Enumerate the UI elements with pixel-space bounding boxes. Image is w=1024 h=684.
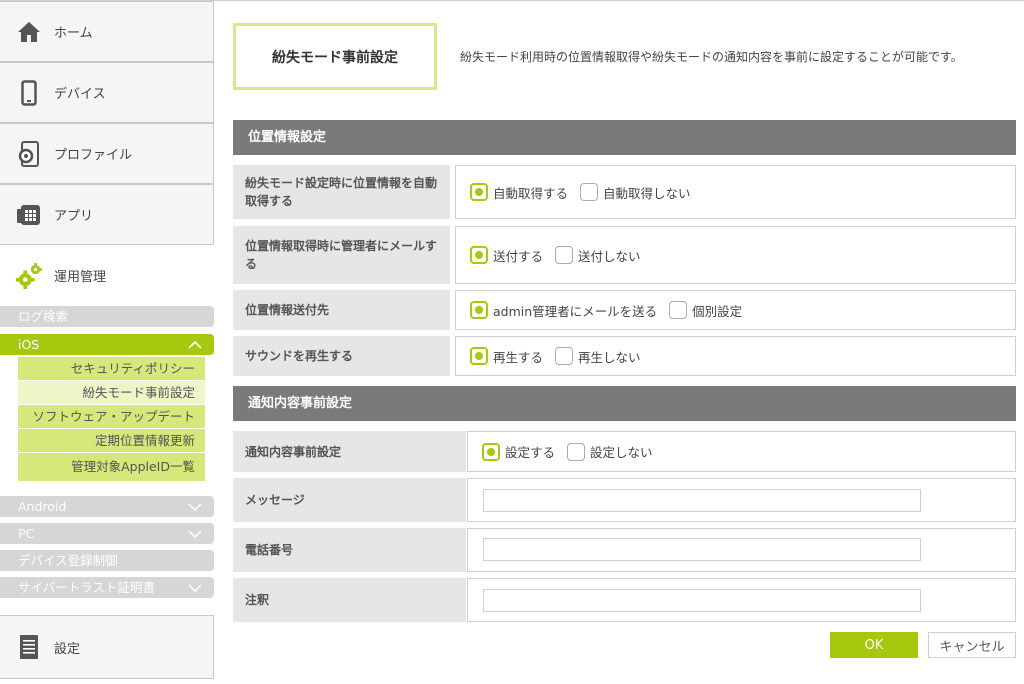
ok-button[interactable]: OK xyxy=(830,632,918,658)
radio-label: 自動取得しない xyxy=(603,185,691,201)
radio-unchecked-icon xyxy=(555,246,574,264)
radio-label: 送付する xyxy=(493,248,544,264)
page-title: 紛失モード事前設定 xyxy=(233,23,437,90)
row-label-note: 注釈 xyxy=(233,578,466,622)
sidebar-item-profile[interactable]: プロファイル xyxy=(0,123,214,184)
ios-item-label: ソフトウェア・アップデート xyxy=(32,409,195,424)
row-label-message: メッセージ xyxy=(233,478,466,522)
row-value-notify-setting: 設定する 設定しない xyxy=(467,431,1016,472)
sidebar-item-label: デバイス登録制御 xyxy=(18,553,118,568)
radio-checked-icon xyxy=(470,301,488,319)
radio-no-send[interactable]: 送付しない xyxy=(555,246,641,265)
radio-unchecked-icon xyxy=(580,183,599,201)
ios-item-location-update[interactable]: 定期位置情報更新 xyxy=(18,429,205,452)
sidebar-item-home[interactable]: ホーム xyxy=(0,1,214,62)
document-icon xyxy=(16,634,42,660)
row-value-sound: 再生する 再生しない xyxy=(455,336,1016,376)
sidebar-item-label: デバイス xyxy=(54,87,106,102)
sidebar-item-operations[interactable]: 運用管理 xyxy=(0,245,214,306)
radio-checked-icon xyxy=(482,442,500,461)
ios-item-label: 紛失モード事前設定 xyxy=(82,385,195,400)
radio-label: 設定しない xyxy=(590,445,653,460)
radio-checked-icon xyxy=(470,347,488,365)
radio-unchecked-icon xyxy=(669,301,688,319)
radio-label: 個別設定 xyxy=(692,303,743,319)
phone-input[interactable] xyxy=(483,538,921,561)
sidebar-item-settings[interactable]: 設定 xyxy=(0,615,214,679)
row-label-email-admin: 位置情報取得時に管理者にメールする xyxy=(233,226,450,284)
sidebar-item-log-search[interactable]: ログ検索 xyxy=(0,306,214,327)
ios-item-label: セキュリティポリシー xyxy=(70,361,195,376)
chevron-down-icon xyxy=(188,523,202,551)
radio-label: 再生しない xyxy=(578,349,641,365)
radio-admin-email[interactable]: admin管理者にメールを送る xyxy=(470,301,657,320)
page-description: 紛失モード利用時の位置情報取得や紛失モードの通知内容を事前に設定することが可能で… xyxy=(460,50,963,64)
row-label-auto-location: 紛失モード設定時に位置情報を自動取得する xyxy=(233,165,450,219)
gears-icon xyxy=(16,262,42,289)
radio-unchecked-icon xyxy=(567,442,586,461)
radio-label: 再生する xyxy=(493,349,544,365)
cancel-button[interactable]: キャンセル xyxy=(928,632,1016,658)
radio-individual[interactable]: 個別設定 xyxy=(669,301,742,320)
radio-label: admin管理者にメールを送る xyxy=(493,303,658,319)
radio-checked-icon xyxy=(470,246,488,264)
row-value-send-to: admin管理者にメールを送る 個別設定 xyxy=(455,290,1016,330)
sidebar-item-pc[interactable]: PC xyxy=(0,523,214,544)
row-value-email-admin: 送付する 送付しない xyxy=(455,226,1016,284)
radio-unchecked-icon xyxy=(555,347,574,365)
ios-item-security-policy[interactable]: セキュリティポリシー xyxy=(18,357,205,380)
radio-no-set[interactable]: 設定しない xyxy=(567,442,653,461)
radio-auto-acquire[interactable]: 自動取得する xyxy=(470,183,568,202)
sidebar-item-label: 運用管理 xyxy=(54,270,107,285)
sidebar-item-device-registration[interactable]: デバイス登録制御 xyxy=(0,550,214,571)
sidebar-item-app[interactable]: アプリ xyxy=(0,184,214,245)
section-header-location: 位置情報設定 xyxy=(233,120,1016,155)
chevron-down-icon xyxy=(188,577,202,605)
radio-label: 自動取得する xyxy=(493,185,569,201)
sidebar-item-label: ホーム xyxy=(54,26,93,41)
ios-item-label: 管理対象AppleID一覧 xyxy=(71,459,195,474)
section-header-notify: 通知内容事前設定 xyxy=(233,386,1016,421)
radio-set[interactable]: 設定する xyxy=(482,442,555,461)
sidebar-item-label: ログ検索 xyxy=(18,309,69,324)
profile-gear-icon xyxy=(16,140,42,167)
row-label-send-to: 位置情報送付先 xyxy=(233,290,450,330)
ios-item-lost-mode[interactable]: 紛失モード事前設定 xyxy=(18,381,205,404)
radio-play[interactable]: 再生する xyxy=(470,347,543,366)
sidebar-item-ios[interactable]: iOS xyxy=(0,334,214,355)
sidebar-item-label: iOS xyxy=(18,337,40,352)
sidebar-item-device[interactable]: デバイス xyxy=(0,62,214,123)
sidebar-item-label: Android xyxy=(18,499,67,514)
sidebar-item-cybertrust[interactable]: サイバートラスト証明書 xyxy=(0,577,214,598)
sidebar-item-label: プロファイル xyxy=(54,148,133,163)
chevron-down-icon xyxy=(188,496,202,524)
home-icon xyxy=(16,19,42,45)
row-label-phone: 電話番号 xyxy=(233,528,466,572)
radio-send[interactable]: 送付する xyxy=(470,246,543,265)
app-grid-icon xyxy=(16,202,42,228)
row-label-sound: サウンドを再生する xyxy=(233,336,450,376)
message-input[interactable] xyxy=(483,489,921,512)
radio-no-play[interactable]: 再生しない xyxy=(555,347,641,366)
sidebar-item-label: アプリ xyxy=(54,209,94,224)
row-label-notify-setting: 通知内容事前設定 xyxy=(233,431,466,472)
ios-item-software-update[interactable]: ソフトウェア・アップデート xyxy=(18,405,205,428)
ios-item-apple-id[interactable]: 管理対象AppleID一覧 xyxy=(18,453,205,481)
sidebar-item-label: PC xyxy=(18,526,35,541)
sidebar-item-label: サイバートラスト証明書 xyxy=(18,580,156,595)
radio-label: 設定する xyxy=(505,445,556,460)
radio-checked-icon xyxy=(470,183,488,201)
note-input[interactable] xyxy=(483,589,921,612)
sidebar: ホーム デバイス プロファイル アプリ 運用管理 ログ検索 iOS セキュリティ… xyxy=(0,1,215,684)
smartphone-icon xyxy=(16,79,42,106)
ios-item-label: 定期位置情報更新 xyxy=(94,433,195,448)
radio-no-auto-acquire[interactable]: 自動取得しない xyxy=(580,183,691,202)
radio-label: 送付しない xyxy=(578,248,641,264)
sidebar-item-label: 設定 xyxy=(54,641,81,657)
sidebar-item-android[interactable]: Android xyxy=(0,496,214,517)
row-value-auto-location: 自動取得する 自動取得しない xyxy=(455,165,1016,219)
